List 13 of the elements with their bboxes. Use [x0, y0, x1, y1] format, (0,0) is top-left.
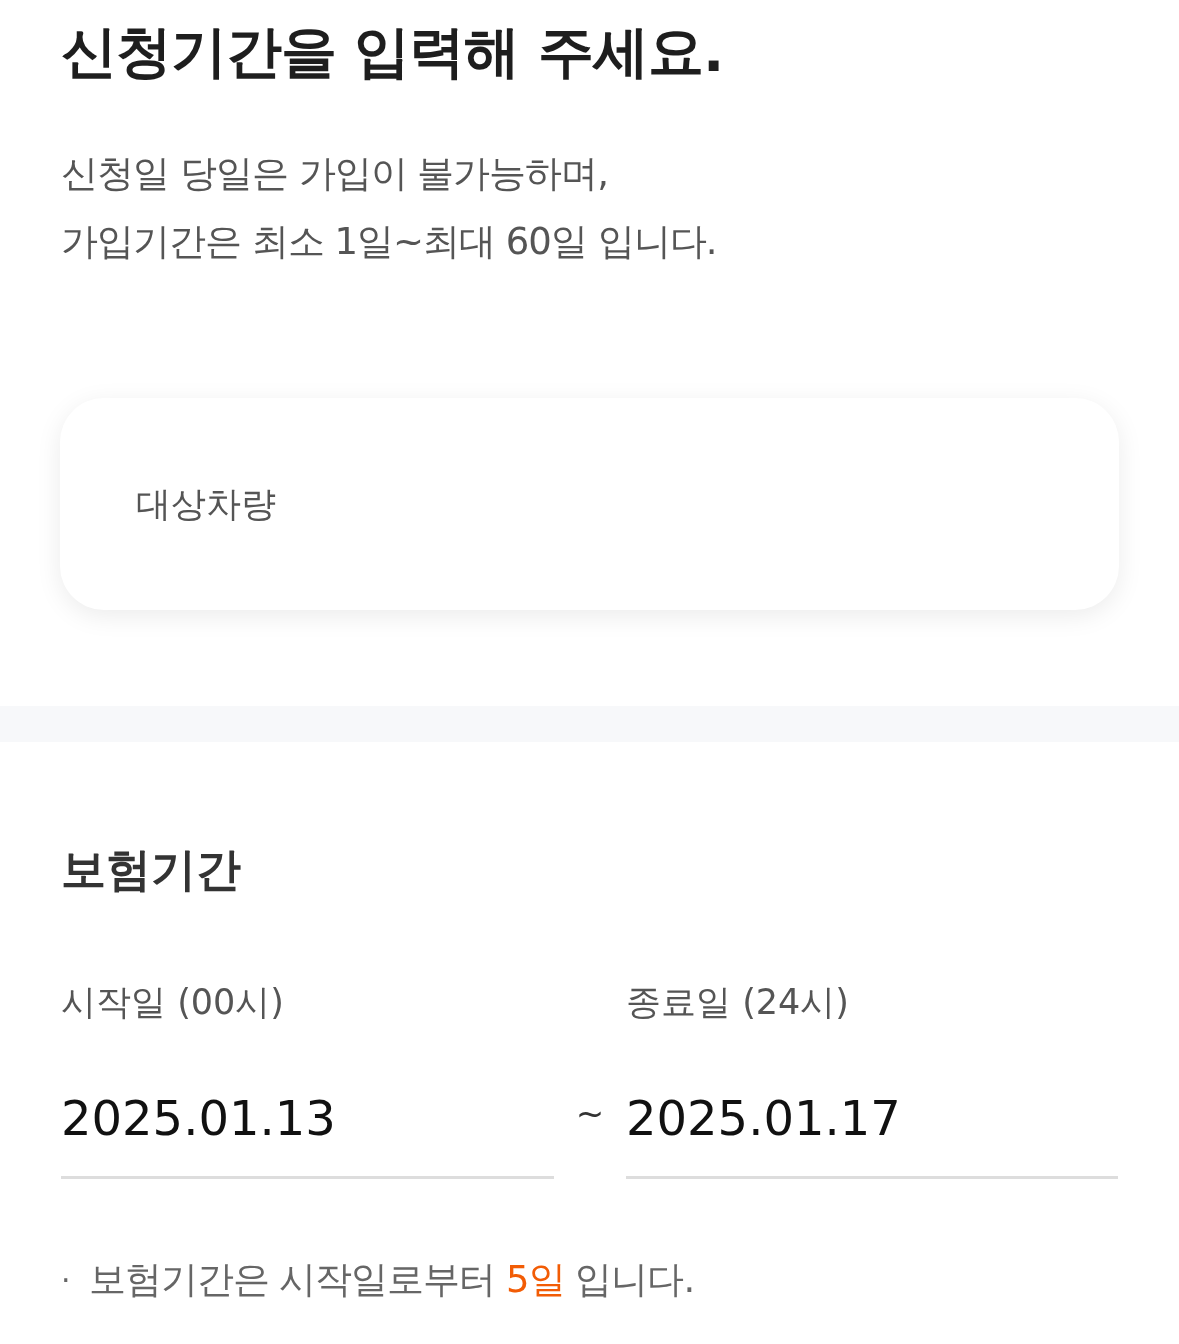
- date-label: 종료일 (24시): [626, 981, 850, 1024]
- date-field[interactable]: 2025.01.17: [626, 1090, 1118, 1179]
- tilde-separator: ~: [575, 1093, 605, 1133]
- date-field[interactable]: 2025.01.13: [61, 1090, 554, 1179]
- vehicle-card[interactable]: 대상차량: [60, 398, 1119, 610]
- page-title: 신청기간을 입력해 주세요.: [61, 18, 725, 86]
- bullet-mark: ·: [61, 1262, 71, 1298]
- description-text: 가입기간은 최소 1일~최대 60일 입니다.: [61, 219, 718, 265]
- vehicle-label: 대상차량: [136, 482, 276, 526]
- period-note: 보험기간은 시작일로부터 5일 입니다.: [88, 1257, 695, 1303]
- date-label: 시작일 (00시): [61, 981, 285, 1024]
- description-text: 신청일 당일은 가입이 불가능하며,: [61, 151, 610, 197]
- section-heading: 보험기간: [61, 842, 242, 898]
